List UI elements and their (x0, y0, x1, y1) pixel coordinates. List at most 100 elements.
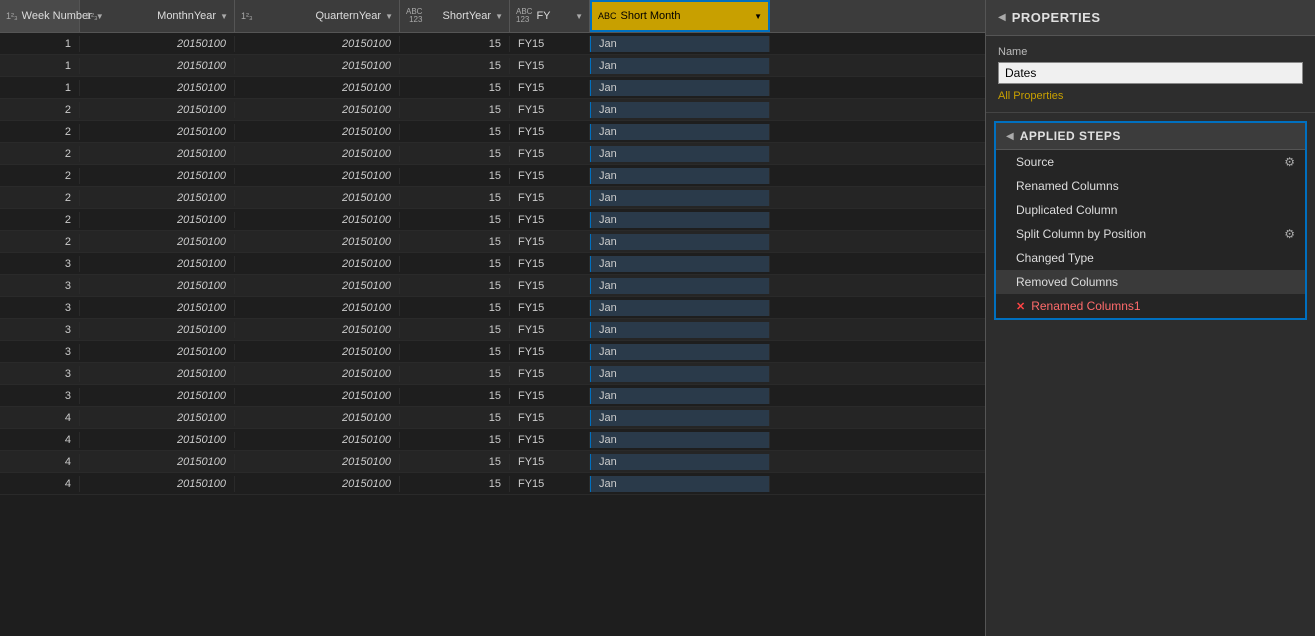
data-cell: 3 (0, 366, 80, 382)
data-cell: Jan (590, 278, 770, 294)
data-cell: 20150100 (235, 58, 400, 74)
data-cell: Jan (590, 454, 770, 470)
table-row[interactable]: 4201501002015010015FY15Jan (0, 451, 985, 473)
table-row[interactable]: 1201501002015010015FY15Jan (0, 77, 985, 99)
step-item-removed-columns[interactable]: Removed Columns (996, 270, 1305, 294)
name-input[interactable] (998, 62, 1303, 84)
data-cell: 20150100 (235, 432, 400, 448)
fy-dropdown-icon[interactable]: ▼ (575, 12, 583, 21)
table-row[interactable]: 1201501002015010015FY15Jan (0, 33, 985, 55)
steps-list: Source⚙ Renamed Columns Duplicated ColumnS… (996, 150, 1305, 318)
all-properties-link[interactable]: All Properties (998, 90, 1303, 102)
data-cell: 4 (0, 454, 80, 470)
step-name: Renamed Columns (1016, 179, 1295, 193)
data-cell: 20150100 (80, 366, 235, 382)
data-cell: 20150100 (80, 80, 235, 96)
data-cell: 4 (0, 476, 80, 492)
data-cell: 20150100 (235, 146, 400, 162)
table-row[interactable]: 2201501002015010015FY15Jan (0, 187, 985, 209)
data-cell: 15 (400, 146, 510, 162)
data-cell: 15 (400, 278, 510, 294)
data-cell: 3 (0, 322, 80, 338)
data-cell: Jan (590, 234, 770, 250)
week-type-icon: 1²₃ (6, 12, 18, 21)
table-row[interactable]: 3201501002015010015FY15Jan (0, 385, 985, 407)
data-cell: FY15 (510, 190, 590, 206)
table-row[interactable]: 1201501002015010015FY15Jan (0, 55, 985, 77)
data-cell: 20150100 (235, 168, 400, 184)
table-row[interactable]: 2201501002015010015FY15Jan (0, 99, 985, 121)
data-cell: 20150100 (235, 366, 400, 382)
monthyear-dropdown-icon[interactable]: ▼ (220, 12, 228, 21)
data-cell: 20150100 (235, 410, 400, 426)
col-header-monthyear[interactable]: 1²₃ MonthnYear ▼ (80, 0, 235, 32)
data-cell: 15 (400, 300, 510, 316)
data-cell: 20150100 (80, 388, 235, 404)
step-error-icon: ✕ (1016, 300, 1025, 313)
properties-header: ◀ PROPERTIES (986, 0, 1315, 36)
data-cell: 1 (0, 58, 80, 74)
table-row[interactable]: 3201501002015010015FY15Jan (0, 363, 985, 385)
step-item-renamed-columns1[interactable]: ✕Renamed Columns1 (996, 294, 1305, 318)
data-cell: 3 (0, 388, 80, 404)
properties-panel: ◀ PROPERTIES Name All Properties ◀ APPLI… (985, 0, 1315, 636)
table-row[interactable]: 2201501002015010015FY15Jan (0, 121, 985, 143)
data-cell: FY15 (510, 36, 590, 52)
table-row[interactable]: 4201501002015010015FY15Jan (0, 429, 985, 451)
properties-title: PROPERTIES (1012, 10, 1101, 25)
data-cell: 2 (0, 234, 80, 250)
data-cell: 20150100 (235, 344, 400, 360)
table-row[interactable]: 3201501002015010015FY15Jan (0, 297, 985, 319)
step-item-split-column[interactable]: Split Column by Position⚙ (996, 222, 1305, 246)
data-cell: Jan (590, 212, 770, 228)
table-row[interactable]: 4201501002015010015FY15Jan (0, 473, 985, 495)
quarteryear-dropdown-icon[interactable]: ▼ (385, 12, 393, 21)
step-item-changed-type[interactable]: Changed Type (996, 246, 1305, 270)
table-row[interactable]: 3201501002015010015FY15Jan (0, 275, 985, 297)
table-row[interactable]: 3201501002015010015FY15Jan (0, 253, 985, 275)
data-cell: 20150100 (235, 322, 400, 338)
data-cell: Jan (590, 102, 770, 118)
table-row[interactable]: 2201501002015010015FY15Jan (0, 165, 985, 187)
data-cell: 20150100 (80, 168, 235, 184)
table-body: 1201501002015010015FY15Jan12015010020150… (0, 33, 985, 636)
data-cell: FY15 (510, 300, 590, 316)
col-header-quarteryear[interactable]: 1²₃ QuarternYear ▼ (235, 0, 400, 32)
data-cell: 15 (400, 212, 510, 228)
applied-steps-header: ◀ APPLIED STEPS (996, 123, 1305, 150)
data-cell: 15 (400, 256, 510, 272)
step-gear-icon[interactable]: ⚙ (1284, 227, 1295, 241)
applied-steps-collapse-icon[interactable]: ◀ (1006, 131, 1014, 142)
col-header-shortmonth[interactable]: ABC Short Month ▼ (590, 0, 770, 32)
data-cell: Jan (590, 36, 770, 52)
data-cell: 1 (0, 36, 80, 52)
data-cell: 15 (400, 124, 510, 140)
data-cell: 15 (400, 432, 510, 448)
data-cell: FY15 (510, 146, 590, 162)
shortyear-dropdown-icon[interactable]: ▼ (495, 12, 503, 21)
step-item-source[interactable]: Source⚙ (996, 150, 1305, 174)
col-header-shortyear[interactable]: ABC123 ShortYear ▼ (400, 0, 510, 32)
shortmonth-dropdown-icon[interactable]: ▼ (754, 12, 762, 21)
table-row[interactable]: 3201501002015010015FY15Jan (0, 341, 985, 363)
table-row[interactable]: 2201501002015010015FY15Jan (0, 209, 985, 231)
table-row[interactable]: 4201501002015010015FY15Jan (0, 407, 985, 429)
col-header-fy[interactable]: ABC123 FY ▼ (510, 0, 590, 32)
data-cell: 15 (400, 36, 510, 52)
data-cell: 15 (400, 366, 510, 382)
table-row[interactable]: 2201501002015010015FY15Jan (0, 143, 985, 165)
data-cell: FY15 (510, 278, 590, 294)
table-row[interactable]: 2201501002015010015FY15Jan (0, 231, 985, 253)
data-cell: 20150100 (80, 124, 235, 140)
step-item-duplicated-column[interactable]: Duplicated Column (996, 198, 1305, 222)
step-gear-icon[interactable]: ⚙ (1284, 155, 1295, 169)
properties-collapse-icon[interactable]: ◀ (998, 12, 1006, 23)
col-header-week[interactable]: 1²₃ Week Number ▼ (0, 0, 80, 32)
data-cell: 20150100 (235, 102, 400, 118)
data-cell: FY15 (510, 366, 590, 382)
data-cell: Jan (590, 432, 770, 448)
step-item-renamed-columns[interactable]: Renamed Columns (996, 174, 1305, 198)
shortmonth-col-name: Short Month (621, 10, 751, 22)
data-cell: FY15 (510, 234, 590, 250)
table-row[interactable]: 3201501002015010015FY15Jan (0, 319, 985, 341)
